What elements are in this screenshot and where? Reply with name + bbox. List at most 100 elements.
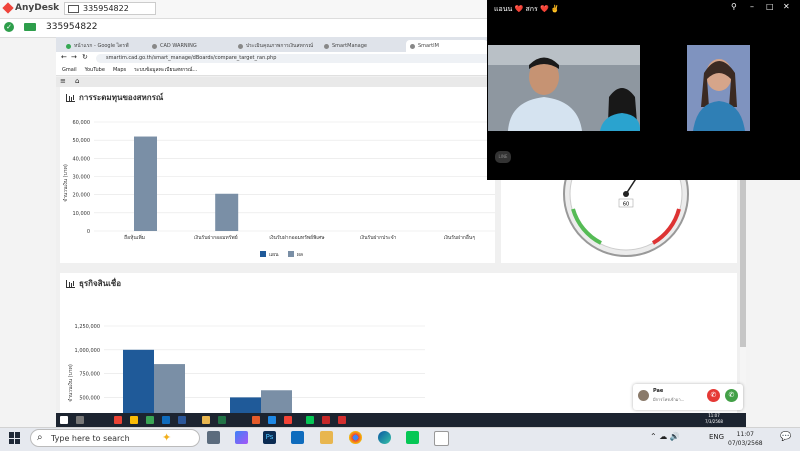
remote-taskbar: [56, 413, 746, 427]
acrobat-icon[interactable]: [284, 416, 292, 424]
home-icon[interactable]: ⌂: [75, 77, 79, 85]
y-tick-label: 50,000: [73, 138, 91, 144]
anydesk-address-field[interactable]: 335954822: [46, 22, 98, 32]
document-icon[interactable]: [434, 431, 449, 446]
x-tick-label: เงินรับฝากออมทรัพย์พิเศษ: [269, 234, 325, 241]
search-icon: ⌕: [37, 432, 43, 443]
call-title: แอนน ❤️ สกร ❤️ ✌️: [494, 5, 560, 13]
legend-label: แผน: [269, 252, 279, 258]
connected-check-icon: ✓: [4, 22, 14, 32]
taskbar-clock[interactable]: 11:07 07/03/2568: [728, 430, 763, 448]
outlook-icon[interactable]: [162, 416, 170, 424]
maximize-icon[interactable]: □: [766, 2, 774, 11]
search-icon[interactable]: [76, 416, 84, 424]
bar: [123, 349, 154, 413]
session-tab-label: 335954822: [83, 4, 129, 13]
bookmark-gmail[interactable]: Gmail: [62, 67, 77, 73]
remote-clock: 11:07 7/3/2568: [705, 413, 723, 424]
jaspersoft-icon[interactable]: [130, 416, 138, 424]
gauge-value: 60: [623, 202, 629, 208]
red-app-icon[interactable]: [322, 416, 330, 424]
windows-start-icon[interactable]: [60, 416, 68, 424]
excel-icon[interactable]: [218, 416, 226, 424]
bookmark-youtube[interactable]: YouTube: [85, 67, 105, 73]
photoshop-icon[interactable]: [268, 416, 276, 424]
y-tick-label: 20,000: [73, 193, 91, 199]
menu-icon[interactable]: ≡: [60, 77, 66, 85]
edge-icon[interactable]: [378, 431, 391, 444]
x-tick-label: ถือหุ้นเพิ่ม: [124, 234, 145, 241]
y-tick-label: 30,000: [73, 175, 91, 181]
accept-call-button[interactable]: ✆: [725, 389, 738, 402]
bar: [261, 390, 292, 413]
outlook-icon[interactable]: [291, 431, 304, 444]
anydesk-logo: AnyDesk: [2, 2, 60, 14]
caller-message: มีการโทรเข้ามา...: [653, 397, 685, 402]
page-icon: [238, 43, 243, 49]
caller-name: Pae: [653, 388, 664, 394]
video-feed-1-image: [488, 45, 640, 131]
bookmark-maps[interactable]: Maps: [113, 67, 126, 73]
file-explorer-icon[interactable]: [320, 431, 333, 444]
folder-icon[interactable]: [202, 416, 210, 424]
page-icon: [152, 43, 157, 49]
pdf-icon[interactable]: [338, 416, 346, 424]
video-feed-2: [687, 45, 750, 131]
chrome-icon[interactable]: [349, 431, 362, 444]
pin-icon[interactable]: ⚲: [731, 2, 737, 11]
y-tick-label: 750,000: [79, 372, 100, 378]
x-tick-label: เงินรับฝากออมทรัพย์: [194, 234, 238, 241]
notification-icon[interactable]: 💬: [780, 432, 791, 442]
legend-swatch: [288, 251, 294, 257]
search-placeholder: Type here to search: [51, 434, 130, 443]
firefox-icon[interactable]: [252, 416, 260, 424]
close-icon[interactable]: ✕: [783, 2, 790, 11]
fundraising-chart: 0 10,000 20,000 30,000 40,000 50,000 60,000 จำน…: [62, 120, 495, 258]
reload-icon[interactable]: ↻: [82, 53, 88, 61]
green-app-icon[interactable]: [146, 416, 154, 424]
browser-tab[interactable]: หน้าแรก - Google ไดรฟ์: [62, 40, 144, 52]
y-tick-label: 1,000,000: [75, 348, 100, 354]
bar: [215, 193, 239, 231]
decline-call-button[interactable]: ✆: [707, 389, 720, 402]
system-tray-icons[interactable]: ⌃ ☁ 🔊: [650, 432, 680, 441]
browser-tab[interactable]: ประเมินคุณภาพการเงินสหกรณ์: [234, 40, 316, 52]
legend-swatch: [260, 251, 266, 257]
video-feed-1: [488, 45, 640, 131]
sparkle-icon[interactable]: ✦: [162, 431, 171, 444]
video-feed-2-image: [687, 45, 750, 131]
line-icon[interactable]: [306, 416, 314, 424]
language-indicator[interactable]: ENG: [709, 433, 724, 441]
page-icon: [410, 43, 415, 49]
browser-tab[interactable]: SmartManage: [320, 40, 402, 52]
y-tick-label: 10,000: [73, 211, 91, 217]
line-app-icon[interactable]: [406, 431, 419, 444]
url-bar[interactable]: smartim.cad.go.th/smart_manage/dBoards/c…: [96, 54, 516, 63]
panel-title: ธุรกิจสินเชื่อ: [66, 277, 121, 290]
anydesk-app-name: AnyDesk: [15, 3, 60, 13]
browser-tab[interactable]: CAD WARNING: [148, 40, 230, 52]
browser-tab-active[interactable]: SmartIM: [406, 40, 488, 52]
forward-icon[interactable]: →: [71, 53, 77, 61]
y-axis-label: จำนวนเงิน (บาท): [62, 164, 69, 202]
y-tick-label: 60,000: [73, 120, 91, 126]
task-view-icon[interactable]: [207, 431, 220, 444]
anydesk-session-tab[interactable]: 335954822: [64, 2, 156, 15]
word-icon[interactable]: [178, 416, 186, 424]
minimize-icon[interactable]: –: [750, 2, 754, 11]
incoming-call-notification[interactable]: Pae มีการโทรเข้ามา... ✆ ✆: [633, 384, 743, 410]
monitor-icon: [68, 4, 79, 13]
back-icon[interactable]: ←: [61, 53, 67, 61]
bar: [134, 136, 157, 231]
bookmark-registry[interactable]: ระบบข้อมูลทะเบียนสหกรณ์...: [134, 66, 197, 74]
y-tick-label: 500,000: [79, 395, 100, 401]
copilot-icon[interactable]: [235, 431, 248, 444]
drive-icon: [66, 43, 71, 49]
x-tick-label: เงินรับฝากประจำ: [360, 234, 397, 241]
bar: [154, 364, 185, 413]
chrome-icon[interactable]: [114, 416, 122, 424]
photoshop-icon[interactable]: Ps: [263, 431, 276, 444]
anydesk-diamond-icon: [2, 2, 14, 14]
legend-label: ผล: [297, 252, 303, 258]
windows-start-button[interactable]: [9, 432, 21, 444]
